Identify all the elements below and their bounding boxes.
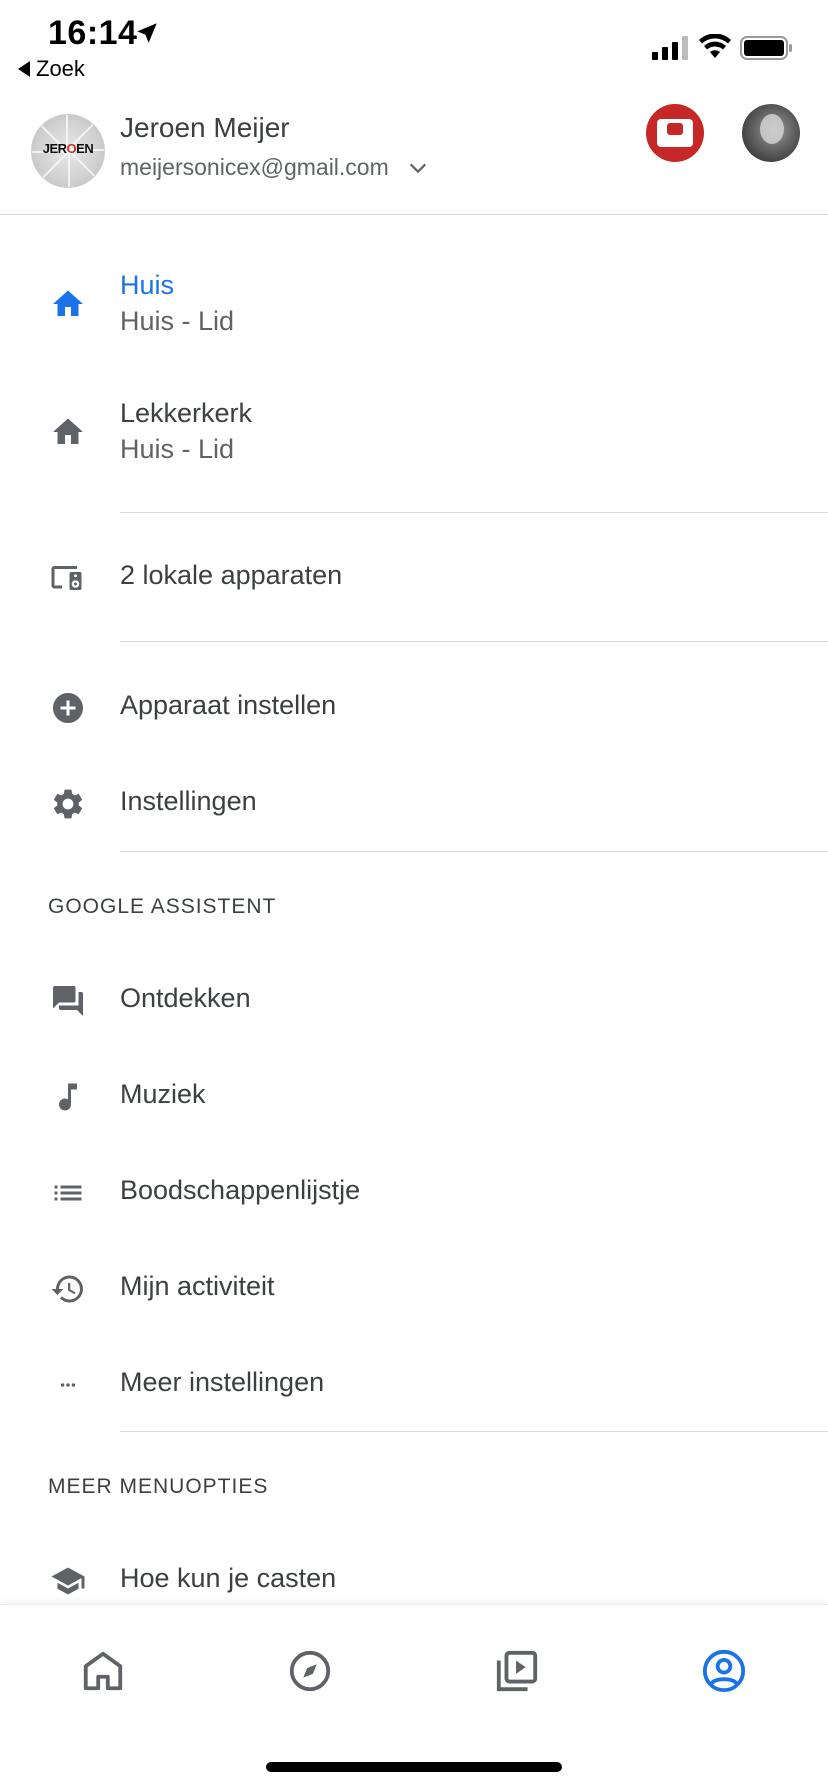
home-icon: [46, 282, 90, 326]
divider: [120, 1431, 828, 1432]
battery-icon: [740, 36, 792, 60]
more-horiz-icon: [46, 1363, 90, 1407]
nav-account-button[interactable]: [694, 1641, 754, 1701]
gear-icon: [46, 782, 90, 826]
home-subtitle: Huis - Lid: [120, 306, 235, 336]
nav-media-button[interactable]: [487, 1641, 547, 1701]
home-indicator: [266, 1762, 562, 1772]
assistant-item-label: Muziek: [120, 1079, 206, 1109]
back-label: Zoek: [36, 56, 85, 81]
nav-discover-button[interactable]: [280, 1641, 340, 1701]
account-name: Jeroen Meijer: [120, 112, 290, 143]
account-switcher[interactable]: meijersonicex@gmail.com: [120, 154, 429, 181]
home-outline-icon: [83, 1651, 123, 1691]
settings-label: Instellingen: [120, 786, 257, 816]
home-item-lekkerkerk[interactable]: Lekkerkerk Huis - Lid: [0, 386, 828, 486]
home-item-huis[interactable]: Huis Huis - Lid: [0, 258, 828, 358]
back-to-search-link[interactable]: Zoek: [18, 56, 85, 82]
music-note-icon: [46, 1075, 90, 1119]
assistant-item-label: Meer instellingen: [120, 1367, 325, 1397]
header-divider: [0, 214, 828, 215]
more-item-hoe-kun-je-casten[interactable]: Hoe kun je casten: [0, 1555, 828, 1605]
home-title: Lekkerkerk: [120, 398, 253, 428]
secondary-account-avatar-photo[interactable]: [742, 104, 800, 162]
local-devices-label: 2 lokale apparaten: [120, 560, 343, 590]
list-icon: [46, 1171, 90, 1215]
assistant-item-muziek[interactable]: Muziek: [0, 1071, 828, 1121]
add-circle-icon: [46, 686, 90, 730]
local-devices-item[interactable]: 2 lokale apparaten: [0, 552, 828, 602]
assistant-item-ontdekken[interactable]: Ontdekken: [0, 975, 828, 1025]
media-library-icon: [496, 1650, 538, 1692]
history-icon: [46, 1267, 90, 1311]
wifi-icon: [699, 34, 731, 58]
assistant-item-label: Mijn activiteit: [120, 1271, 275, 1301]
home-icon: [46, 410, 90, 454]
divider: [120, 512, 828, 513]
compass-icon: [289, 1650, 331, 1692]
status-bar: 16:14 Zoek: [0, 0, 828, 90]
divider: [120, 851, 828, 852]
avatar-logo-text: JEROEN: [42, 141, 94, 156]
back-triangle-icon: [18, 61, 30, 77]
chevron-down-icon: [409, 163, 426, 173]
assistant-item-mijn-activiteit[interactable]: Mijn activiteit: [0, 1263, 828, 1313]
account-email: meijersonicex@gmail.com: [120, 154, 389, 180]
section-header-google-assistant: GOOGLE ASSISTENT: [48, 895, 277, 918]
assistant-item-meer-instellingen[interactable]: Meer instellingen: [0, 1359, 828, 1409]
setup-device-label: Apparaat instellen: [120, 690, 337, 720]
location-arrow-icon: [137, 23, 157, 43]
more-item-label: Hoe kun je casten: [120, 1563, 337, 1593]
home-title: Huis: [120, 270, 175, 300]
devices-icon: [46, 556, 90, 600]
assistant-item-boodschappenlijstje[interactable]: Boodschappenlijstje: [0, 1167, 828, 1217]
setup-device-item[interactable]: Apparaat instellen: [0, 682, 828, 732]
assistant-item-label: Ontdekken: [120, 983, 251, 1013]
school-icon: [46, 1559, 90, 1603]
home-subtitle: Huis - Lid: [120, 434, 235, 464]
section-header-more-options: MEER MENUOPTIES: [48, 1475, 269, 1498]
account-icon: [702, 1649, 746, 1693]
settings-item[interactable]: Instellingen: [0, 778, 828, 828]
cellular-signal-icon: [652, 36, 688, 60]
status-time: 16:14: [48, 14, 138, 52]
profile-avatar[interactable]: JEROEN: [31, 114, 105, 188]
account-header: JEROEN Jeroen Meijer meijersonicex@gmail…: [0, 96, 828, 216]
forum-icon: [46, 979, 90, 1023]
secondary-account-avatar[interactable]: [646, 104, 704, 162]
divider: [120, 641, 828, 642]
nav-home-button[interactable]: [73, 1641, 133, 1701]
assistant-item-label: Boodschappenlijstje: [120, 1175, 361, 1205]
